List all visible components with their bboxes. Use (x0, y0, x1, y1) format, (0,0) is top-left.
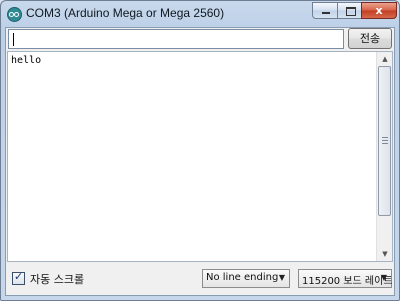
window-title: COM3 (Arduino Mega or Mega 2560) (26, 6, 225, 20)
chevron-down-icon: ▼ (278, 273, 285, 282)
serial-output-area[interactable]: hello ▲ ▼ (7, 51, 393, 262)
serial-monitor-window: COM3 (Arduino Mega or Mega 2560) x 전송 he… (0, 0, 400, 301)
autoscroll-label: 자동 스크롤 (30, 273, 85, 286)
scroll-down-arrow-icon[interactable]: ▼ (377, 247, 393, 261)
baud-rate-value: 115200 보드 레이트 (302, 276, 393, 287)
serial-output-text: hello (11, 55, 42, 66)
line-ending-select[interactable]: No line ending ▼ (202, 269, 290, 288)
close-icon: x (375, 4, 383, 17)
scroll-up-arrow-icon[interactable]: ▲ (377, 52, 393, 66)
autoscroll-checkbox[interactable]: ✓ (12, 270, 25, 285)
checkmark-icon: ✓ (14, 270, 24, 283)
scroll-thumb[interactable] (378, 66, 391, 216)
scroll-grip-icon (382, 137, 388, 144)
line-ending-value: No line ending (206, 272, 279, 283)
title-bar[interactable]: COM3 (Arduino Mega or Mega 2560) x (1, 1, 399, 28)
maximize-button[interactable] (337, 2, 362, 19)
close-button[interactable]: x (361, 2, 397, 19)
vertical-scrollbar[interactable]: ▲ ▼ (376, 52, 392, 261)
maximize-icon (346, 7, 356, 16)
send-input[interactable] (8, 29, 344, 49)
send-button[interactable]: 전송 (348, 28, 392, 49)
baud-rate-select[interactable]: 115200 보드 레이트 ▼ (298, 269, 393, 288)
minimize-icon (322, 12, 330, 14)
serial-monitor-body: 전송 hello ▲ ▼ ✓ 자동 스크롤 No line ending ▼ 1… (5, 27, 395, 296)
chevron-down-icon: ▼ (380, 273, 387, 282)
text-caret (13, 33, 14, 46)
status-bar: ✓ 자동 스크롤 No line ending ▼ 115200 보드 레이트 … (6, 264, 394, 295)
minimize-button[interactable] (312, 2, 338, 19)
arduino-icon (7, 7, 22, 22)
